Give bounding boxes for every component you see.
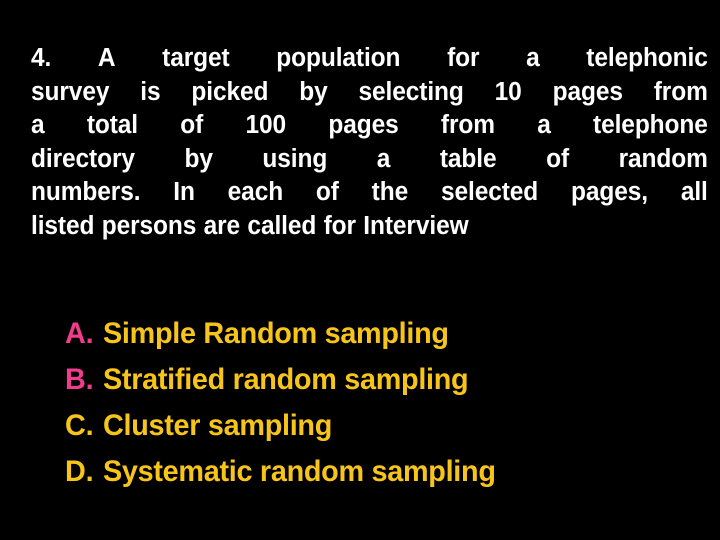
- question-word: from: [440, 111, 495, 140]
- question-line: 4. Atarget population for a telephonic: [31, 42, 708, 76]
- option-letter: B.: [65, 363, 94, 396]
- question-word: selecting: [358, 77, 464, 106]
- question-word: a: [537, 111, 551, 140]
- question-word: from: [653, 77, 708, 106]
- answer-option-a[interactable]: A. Simple Random sampling: [65, 316, 705, 362]
- question-word: 100: [245, 111, 287, 140]
- question-word: survey: [31, 77, 110, 106]
- question-word: of: [546, 144, 570, 173]
- question-word: are: [203, 211, 241, 240]
- question-word: is: [140, 77, 161, 106]
- question-word: a: [376, 144, 391, 173]
- option-label: Cluster sampling: [103, 409, 333, 442]
- question-word: numbers.: [31, 178, 141, 207]
- option-letter: A.: [65, 317, 94, 350]
- question-word: 10: [494, 77, 522, 106]
- question-word: selected: [440, 178, 539, 207]
- question-word: called: [247, 211, 317, 240]
- option-label: Simple Random sampling: [103, 317, 449, 350]
- question-line: listed persons are called for Interview: [31, 210, 708, 244]
- question-word: picked: [191, 77, 269, 106]
- question-line: a total of 100 pages from a telephone: [31, 109, 708, 143]
- slide-canvas: 4. Atarget population for a telephonic survey…: [0, 0, 720, 540]
- option-letter: C.: [65, 409, 94, 442]
- question-word: of: [180, 111, 204, 140]
- question-text-block: 4. Atarget population for a telephonic survey…: [31, 42, 708, 244]
- question-word: for: [447, 44, 480, 72]
- question-word: persons: [101, 211, 197, 240]
- question-word: Interview: [363, 211, 469, 240]
- question-word: random: [618, 144, 708, 173]
- question-word: directory: [31, 144, 135, 173]
- question-word: of: [315, 178, 339, 207]
- question-word: by: [299, 77, 328, 106]
- question-word: telephone: [593, 111, 708, 140]
- question-word: all: [680, 178, 708, 207]
- question-word: pages,: [571, 178, 648, 207]
- question-line: survey is picked by selecting 10 pages from: [31, 76, 708, 110]
- answer-options-list: A. Simple Random sampling B. Stratified …: [65, 316, 705, 500]
- question-word: by: [184, 144, 213, 173]
- question-word: target: [162, 44, 230, 72]
- question-word: the: [371, 178, 409, 207]
- question-line: numbers. In each of the selected pages, all: [31, 176, 708, 210]
- question-word: listed: [31, 211, 95, 240]
- answer-option-b[interactable]: B. Stratified random sampling: [65, 362, 705, 408]
- option-letter: D.: [65, 455, 94, 488]
- answer-option-c[interactable]: C. Cluster sampling: [65, 408, 705, 454]
- question-word: telephonic: [586, 44, 708, 72]
- question-word: 4.: [31, 44, 52, 72]
- question-word: using: [262, 144, 328, 173]
- question-line: directory by using a table of random: [31, 143, 708, 177]
- option-label: Stratified random sampling: [103, 363, 469, 396]
- answer-option-d[interactable]: D. Systematic random sampling: [65, 454, 705, 500]
- question-word: A: [97, 44, 116, 72]
- question-word: for: [323, 211, 356, 240]
- question-word: a: [526, 44, 540, 72]
- option-label: Systematic random sampling: [103, 455, 496, 488]
- question-word: In: [173, 178, 195, 207]
- question-word: pages: [328, 111, 399, 140]
- question-word: population: [276, 44, 401, 72]
- question-word: each: [227, 178, 284, 207]
- question-word: table: [439, 144, 497, 173]
- question-word: total: [86, 111, 139, 140]
- question-word: a: [31, 111, 45, 140]
- question-word: pages: [552, 77, 623, 106]
